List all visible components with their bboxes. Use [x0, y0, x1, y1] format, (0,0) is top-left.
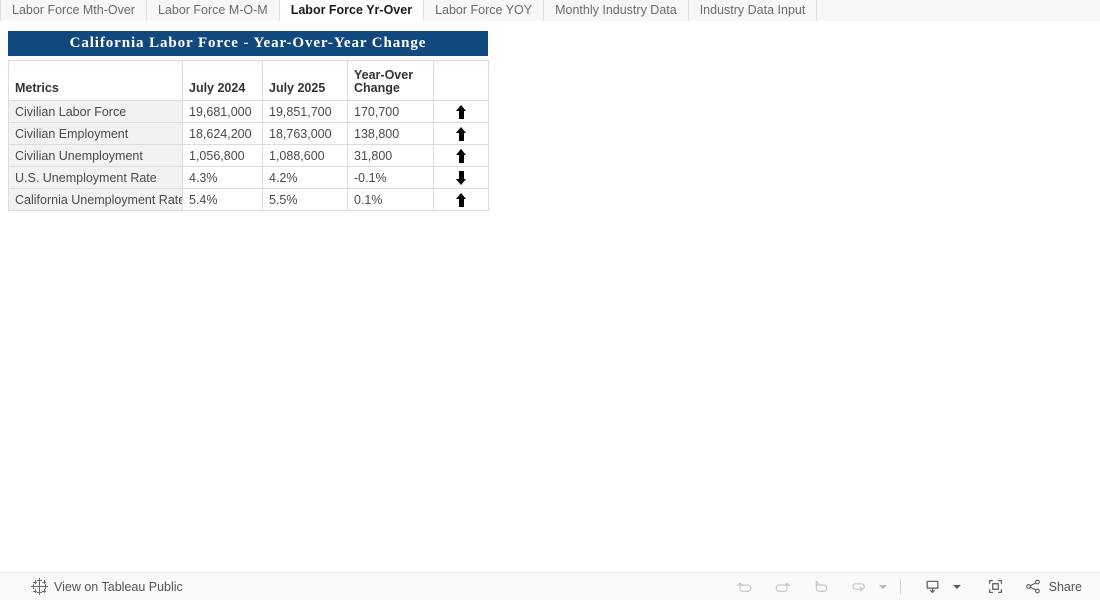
- cell-direction[interactable]: [433, 122, 489, 145]
- refresh-button[interactable]: [840, 574, 878, 600]
- tab-label: Labor Force M-O-M: [157, 3, 268, 17]
- cell-change[interactable]: 138,800: [347, 122, 434, 145]
- download-button[interactable]: [914, 574, 952, 600]
- labor-force-table: Metrics July 2024 July 2025 Year-Over Ch…: [8, 60, 489, 211]
- undo-button[interactable]: [726, 574, 764, 600]
- toolbar-right-group: Share: [726, 574, 1100, 600]
- cell-july-2024[interactable]: 19,681,000: [182, 100, 263, 123]
- tab-labor-force-m-o-m[interactable]: Labor Force M-O-M: [146, 0, 280, 21]
- table-row[interactable]: U.S. Unemployment Rate 4.3% 4.2% -0.1%: [8, 166, 489, 189]
- cell-metric[interactable]: Civilian Unemployment: [8, 144, 183, 167]
- cell-change[interactable]: -0.1%: [347, 166, 434, 189]
- table-row[interactable]: California Unemployment Rate 5.4% 5.5% 0…: [8, 188, 489, 211]
- cell-change[interactable]: 0.1%: [347, 188, 434, 211]
- fullscreen-button[interactable]: [977, 574, 1015, 600]
- cell-metric[interactable]: California Unemployment Rate: [8, 188, 183, 211]
- cell-metric[interactable]: Civilian Labor Force: [8, 100, 183, 123]
- tab-label: Industry Data Input: [699, 3, 806, 17]
- cell-july-2025[interactable]: 1,088,600: [262, 144, 348, 167]
- labor-force-table-container: Metrics July 2024 July 2025 Year-Over Ch…: [8, 60, 489, 211]
- arrow-up-icon: [455, 104, 467, 119]
- arrow-down-icon: [455, 170, 467, 185]
- cell-direction[interactable]: [433, 100, 489, 123]
- cell-metric[interactable]: Civilian Employment: [8, 122, 183, 145]
- tableau-viz-app: Labor Force Mth-Over Labor Force M-O-M L…: [0, 0, 1100, 600]
- tab-label: Labor Force YOY: [435, 3, 533, 17]
- share-label: Share: [1048, 579, 1082, 594]
- column-header-july-2025[interactable]: July 2025: [262, 60, 348, 101]
- cell-july-2024[interactable]: 18,624,200: [182, 122, 263, 145]
- column-header-metrics[interactable]: Metrics: [8, 60, 183, 101]
- cell-july-2024[interactable]: 1,056,800: [182, 144, 263, 167]
- cell-metric[interactable]: U.S. Unemployment Rate: [8, 166, 183, 189]
- refresh-group[interactable]: [840, 574, 887, 600]
- cell-july-2024[interactable]: 5.4%: [182, 188, 263, 211]
- cell-direction[interactable]: [433, 144, 489, 167]
- cell-july-2025[interactable]: 5.5%: [262, 188, 348, 211]
- table-body: Civilian Labor Force 19,681,000 19,851,7…: [8, 100, 489, 211]
- tableau-logo-icon: [31, 578, 48, 595]
- dashboard-title: California Labor Force - Year-Over-Year …: [8, 31, 488, 56]
- redo-button[interactable]: [764, 574, 802, 600]
- cell-july-2024[interactable]: 4.3%: [182, 166, 263, 189]
- dashboard-canvas: California Labor Force - Year-Over-Year …: [0, 21, 1100, 572]
- cell-change[interactable]: 31,800: [347, 144, 434, 167]
- share-icon: [1025, 578, 1042, 595]
- tab-bar-filler: [817, 0, 1100, 21]
- table-row[interactable]: Civilian Labor Force 19,681,000 19,851,7…: [8, 100, 489, 123]
- dashboard-tab-bar: Labor Force Mth-Over Labor Force M-O-M L…: [0, 0, 1100, 21]
- tab-labor-force-yr-over[interactable]: Labor Force Yr-Over: [279, 0, 425, 21]
- refresh-dropdown-caret[interactable]: [878, 584, 887, 589]
- cell-july-2025[interactable]: 4.2%: [262, 166, 348, 189]
- tab-labor-force-mth-over[interactable]: Labor Force Mth-Over: [0, 0, 147, 21]
- table-row[interactable]: Civilian Unemployment 1,056,800 1,088,60…: [8, 144, 489, 167]
- view-on-tableau-public-link[interactable]: View on Tableau Public: [54, 580, 183, 594]
- tab-label: Labor Force Yr-Over: [290, 2, 413, 17]
- arrow-up-icon: [455, 192, 467, 207]
- tab-monthly-industry-data[interactable]: Monthly Industry Data: [544, 0, 689, 21]
- download-group[interactable]: [914, 574, 961, 600]
- arrow-up-icon: [455, 148, 467, 163]
- column-header-july-2024[interactable]: July 2024: [182, 60, 263, 101]
- cell-july-2025[interactable]: 19,851,700: [262, 100, 348, 123]
- tab-label: Labor Force Mth-Over: [12, 3, 135, 17]
- toolbar-left-group: View on Tableau Public: [0, 578, 183, 595]
- column-header-direction: [433, 60, 489, 101]
- cell-direction[interactable]: [433, 166, 489, 189]
- tab-label: Monthly Industry Data: [555, 3, 677, 17]
- download-dropdown-caret[interactable]: [952, 584, 961, 589]
- table-header-row: Metrics July 2024 July 2025 Year-Over Ch…: [8, 60, 489, 101]
- cell-direction[interactable]: [433, 188, 489, 211]
- toolbar-divider: [899, 579, 901, 594]
- tab-labor-force-yoy[interactable]: Labor Force YOY: [424, 0, 545, 21]
- column-header-year-over-change[interactable]: Year-Over Change: [347, 60, 434, 101]
- revert-button[interactable]: [802, 574, 840, 600]
- cell-july-2025[interactable]: 18,763,000: [262, 122, 348, 145]
- cell-change[interactable]: 170,700: [347, 100, 434, 123]
- table-header: Metrics July 2024 July 2025 Year-Over Ch…: [8, 60, 489, 101]
- table-row[interactable]: Civilian Employment 18,624,200 18,763,00…: [8, 122, 489, 145]
- share-button[interactable]: Share: [1015, 578, 1086, 595]
- tableau-bottom-toolbar: View on Tableau Public Share: [0, 572, 1100, 600]
- arrow-up-icon: [455, 126, 467, 141]
- tab-industry-data-input[interactable]: Industry Data Input: [688, 0, 818, 21]
